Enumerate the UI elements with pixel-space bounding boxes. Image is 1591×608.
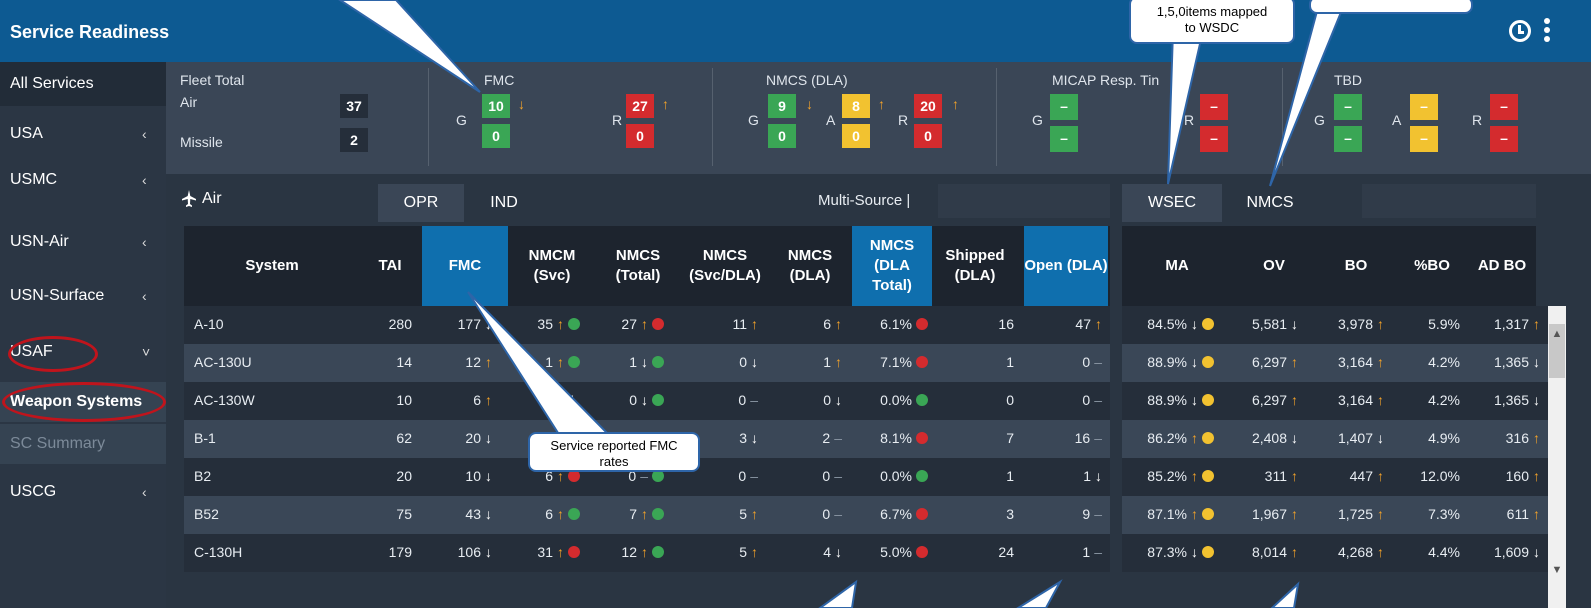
callout-wsdc: 1,5,0items mapped to WSDC — [1129, 0, 1295, 44]
callout-text: to WSDC — [1184, 20, 1240, 35]
callout-fmc-rates: Service reported FMC rates — [528, 432, 700, 472]
callout-text: 1,5,0items mapped — [1156, 4, 1268, 19]
annotation-pointer — [1270, 581, 1300, 608]
annotation-pointer — [818, 579, 858, 608]
annotation-pointer — [467, 291, 613, 437]
annotation-pointers — [338, 0, 1348, 608]
annotation-pointer — [1016, 579, 1063, 608]
annotation-pointer — [338, 0, 481, 93]
callout-nmcs — [1309, 0, 1473, 14]
